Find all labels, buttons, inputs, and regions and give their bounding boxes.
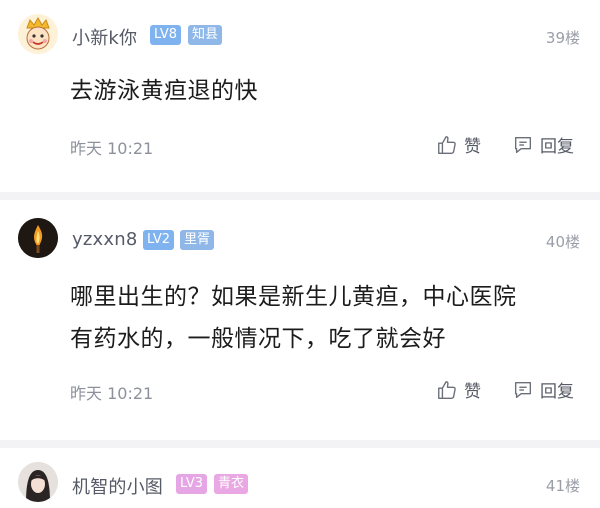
thumbs-up-icon (438, 135, 456, 154)
reply-button[interactable]: 回复 (512, 132, 574, 157)
reply-button[interactable]: 回复 (512, 377, 574, 402)
level-badge: LV2 (143, 230, 174, 250)
comment-thread: 小新k你 LV8 知县 39楼 去游泳黄疸退的快 昨天 10:21 赞 回复 y… (0, 0, 600, 508)
title-badge: 青衣 (214, 474, 249, 494)
title-badge: 里胥 (180, 230, 215, 250)
post-time: 昨天 10:21 (70, 384, 154, 403)
comment-icon (514, 381, 532, 398)
divider (0, 440, 600, 448)
girl-photo-avatar-icon[interactable] (18, 462, 58, 502)
like-label: 赞 (464, 382, 481, 402)
comment-post: 机智的小图 LV3 青衣 41楼 (0, 448, 600, 508)
title-badge: 知县 (188, 25, 223, 45)
level-badge: LV3 (176, 474, 207, 494)
candle-flame-avatar-icon[interactable] (18, 218, 58, 258)
comment-line: 哪里出生的？如果是新生儿黄疸，中心医院 (70, 284, 517, 310)
username[interactable]: yzxxn8 (72, 229, 137, 250)
comment-content: 哪里出生的？如果是新生儿黄疸，中心医院 有药水的，一般情况下，吃了就会好 (70, 276, 570, 360)
username[interactable]: 机智的小图 (72, 473, 163, 499)
thumbs-up-icon (438, 380, 456, 399)
level-badge: LV8 (150, 25, 181, 45)
like-label: 赞 (464, 137, 481, 157)
floor-number: 39楼 (545, 29, 580, 47)
comment-icon (514, 136, 532, 153)
username[interactable]: 小新k你 (72, 24, 137, 50)
post-time: 昨天 10:21 (70, 139, 154, 158)
comment-line: 有药水的，一般情况下，吃了就会好 (70, 326, 446, 352)
comment-line: 去游泳黄疸退的快 (70, 78, 258, 104)
comment-content: 去游泳黄疸退的快 (70, 70, 570, 112)
cartoon-king-avatar-icon[interactable] (18, 14, 58, 54)
divider (0, 192, 600, 200)
floor-number: 41楼 (545, 477, 580, 495)
floor-number: 40楼 (545, 233, 580, 251)
reply-label: 回复 (540, 137, 574, 157)
like-button[interactable]: 赞 (436, 132, 481, 157)
comment-post: 小新k你 LV8 知县 39楼 去游泳黄疸退的快 昨天 10:21 赞 回复 (0, 0, 600, 192)
like-button[interactable]: 赞 (436, 377, 481, 402)
reply-label: 回复 (540, 382, 574, 402)
comment-post: yzxxn8 LV2 里胥 40楼 哪里出生的？如果是新生儿黄疸，中心医院 有药… (0, 200, 600, 440)
